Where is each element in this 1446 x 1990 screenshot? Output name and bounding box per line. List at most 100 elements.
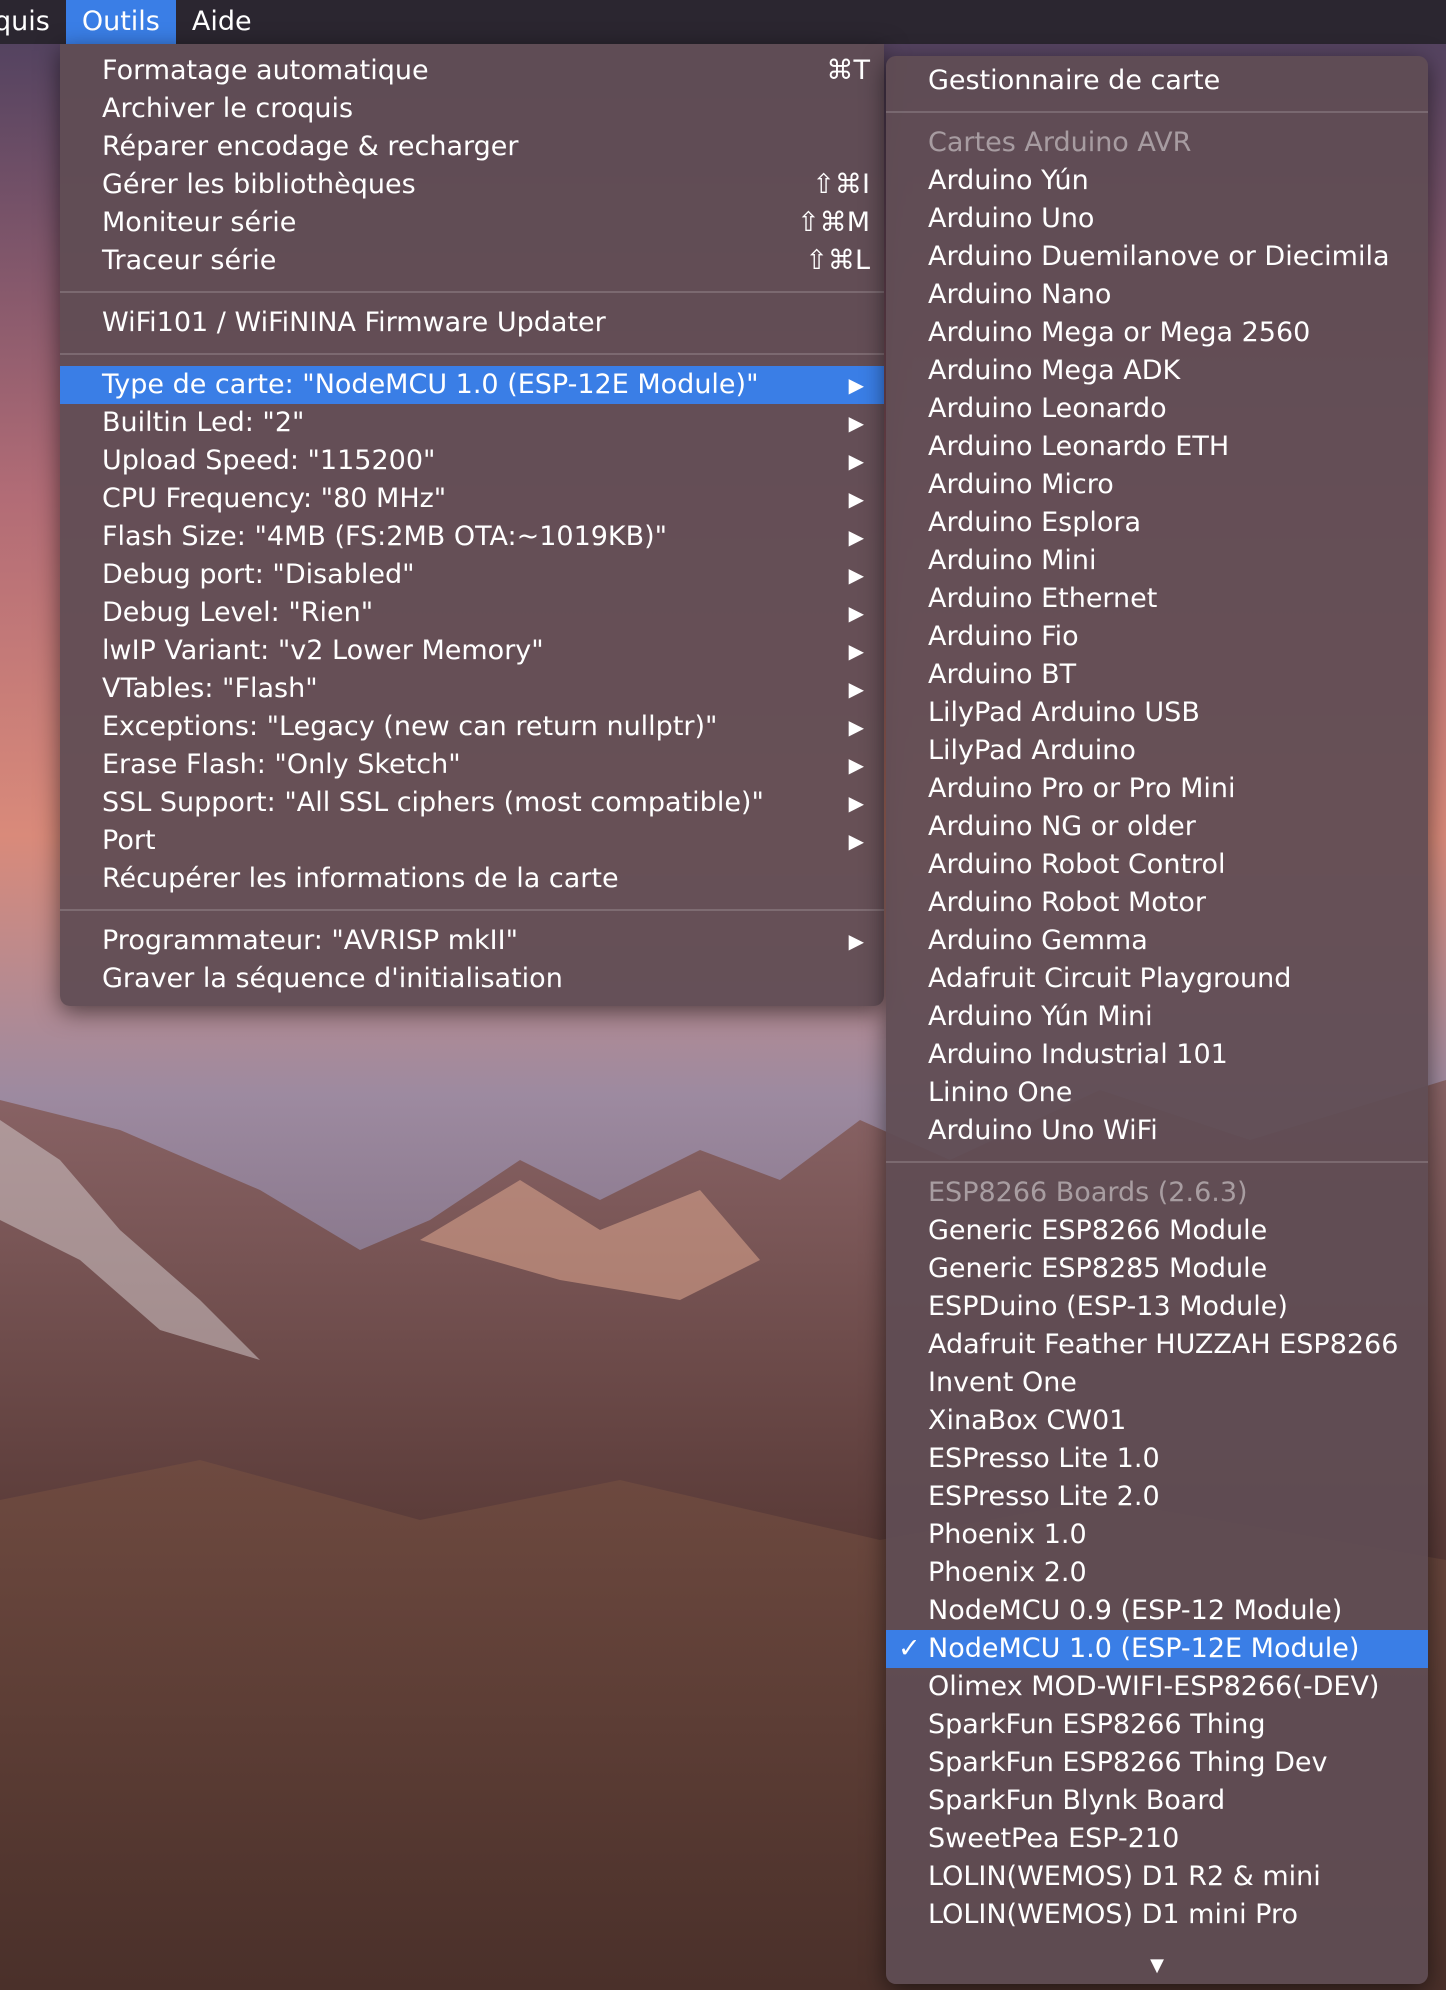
menu-item-option[interactable]: Récupérer les informations de la carte bbox=[60, 860, 884, 898]
menu-item-label: SSL Support: "All SSL ciphers (most comp… bbox=[102, 787, 764, 818]
menu-outils[interactable]: Outils bbox=[65, 0, 176, 44]
menu-item-option[interactable]: Programmateur: "AVRISP mkII" ▶ bbox=[60, 922, 884, 960]
menu-item-option[interactable]: SSL Support: "All SSL ciphers (most comp… bbox=[60, 784, 884, 822]
board-item[interactable]: XinaBox CW01 bbox=[886, 1402, 1428, 1440]
board-item[interactable]: Invent One bbox=[886, 1364, 1428, 1402]
menu-item-board-manager[interactable]: Gestionnaire de carte bbox=[886, 62, 1428, 100]
board-item[interactable]: Phoenix 1.0 bbox=[886, 1516, 1428, 1554]
board-item[interactable]: Arduino Robot Control bbox=[886, 846, 1428, 884]
board-item[interactable]: Adafruit Circuit Playground bbox=[886, 960, 1428, 998]
board-item[interactable]: Arduino BT bbox=[886, 656, 1428, 694]
menu-item-serial-plotter[interactable]: Traceur série ⇧⌘L bbox=[60, 242, 884, 280]
menu-item-label: NodeMCU 0.9 (ESP-12 Module) bbox=[928, 1595, 1343, 1626]
board-item[interactable]: Arduino Ethernet bbox=[886, 580, 1428, 618]
board-item[interactable]: LilyPad Arduino USB bbox=[886, 694, 1428, 732]
menu-item-label: Réparer encodage & recharger bbox=[102, 131, 519, 162]
menu-item-label: ESPDuino (ESP-13 Module) bbox=[928, 1291, 1288, 1322]
menu-item-label: LilyPad Arduino bbox=[928, 735, 1136, 766]
board-item[interactable]: SweetPea ESP-210 bbox=[886, 1820, 1428, 1858]
board-item[interactable]: Olimex MOD-WIFI-ESP8266(-DEV) bbox=[886, 1668, 1428, 1706]
board-item[interactable]: Arduino Mega or Mega 2560 bbox=[886, 314, 1428, 352]
submenu-arrow-icon: ▶ bbox=[848, 487, 864, 511]
menu-item-label: Graver la séquence d'initialisation bbox=[102, 963, 563, 994]
board-item[interactable]: Arduino Duemilanove or Diecimila bbox=[886, 238, 1428, 276]
board-item[interactable]: SparkFun ESP8266 Thing Dev bbox=[886, 1744, 1428, 1782]
board-item[interactable]: ESPDuino (ESP-13 Module) bbox=[886, 1288, 1428, 1326]
menu-item-option[interactable]: lwIP Variant: "v2 Lower Memory" ▶ bbox=[60, 632, 884, 670]
board-item[interactable]: Arduino Micro bbox=[886, 466, 1428, 504]
menu-item-label: NodeMCU 1.0 (ESP-12E Module) bbox=[928, 1633, 1360, 1664]
board-item[interactable]: Arduino Leonardo ETH bbox=[886, 428, 1428, 466]
menu-item-board-type[interactable]: Type de carte: "NodeMCU 1.0 (ESP-12E Mod… bbox=[60, 366, 884, 404]
board-item[interactable]: Arduino Robot Motor bbox=[886, 884, 1428, 922]
menu-item-label: Arduino Mini bbox=[928, 545, 1097, 576]
board-item[interactable]: Arduino Nano bbox=[886, 276, 1428, 314]
submenu-arrow-icon: ▶ bbox=[848, 715, 864, 739]
board-item[interactable]: Arduino Mega ADK bbox=[886, 352, 1428, 390]
menu-item-option[interactable]: Port ▶ bbox=[60, 822, 884, 860]
board-item[interactable]: Arduino Uno bbox=[886, 200, 1428, 238]
menu-item-option[interactable]: Debug Level: "Rien" ▶ bbox=[60, 594, 884, 632]
menu-item-auto-format[interactable]: Formatage automatique ⌘T bbox=[60, 52, 884, 90]
menu-item-serial-monitor[interactable]: Moniteur série ⇧⌘M bbox=[60, 204, 884, 242]
board-item[interactable]: Arduino NG or older bbox=[886, 808, 1428, 846]
menu-item-label: SparkFun Blynk Board bbox=[928, 1785, 1226, 1816]
board-item[interactable]: LOLIN(WEMOS) D1 mini Pro bbox=[886, 1896, 1428, 1934]
board-item[interactable]: Arduino Leonardo bbox=[886, 390, 1428, 428]
board-item[interactable]: Linino One bbox=[886, 1074, 1428, 1112]
menu-item-option[interactable]: Erase Flash: "Only Sketch" ▶ bbox=[60, 746, 884, 784]
menu-item-label: CPU Frequency: "80 MHz" bbox=[102, 483, 447, 514]
menu-item-label: lwIP Variant: "v2 Lower Memory" bbox=[102, 635, 544, 666]
board-item[interactable]: Arduino Industrial 101 bbox=[886, 1036, 1428, 1074]
menu-item-option[interactable]: Exceptions: "Legacy (new can return null… bbox=[60, 708, 884, 746]
menu-item-option[interactable]: CPU Frequency: "80 MHz" ▶ bbox=[60, 480, 884, 518]
menu-item-option[interactable]: Upload Speed: "115200" ▶ bbox=[60, 442, 884, 480]
menu-item-fix-encoding[interactable]: Réparer encodage & recharger bbox=[60, 128, 884, 166]
board-item[interactable]: Arduino Mini bbox=[886, 542, 1428, 580]
board-item[interactable]: SparkFun Blynk Board bbox=[886, 1782, 1428, 1820]
menu-item-option[interactable]: Flash Size: "4MB (FS:2MB OTA:~1019KB)" ▶ bbox=[60, 518, 884, 556]
menu-item-label: LOLIN(WEMOS) D1 mini Pro bbox=[928, 1899, 1299, 1930]
board-item[interactable]: ESPresso Lite 1.0 bbox=[886, 1440, 1428, 1478]
menu-item-label: Olimex MOD-WIFI-ESP8266(-DEV) bbox=[928, 1671, 1380, 1702]
menu-item-option[interactable]: Builtin Led: "2" ▶ bbox=[60, 404, 884, 442]
board-item[interactable]: NodeMCU 0.9 (ESP-12 Module) bbox=[886, 1592, 1428, 1630]
board-item[interactable]: Arduino Gemma bbox=[886, 922, 1428, 960]
board-item[interactable]: ESPresso Lite 2.0 bbox=[886, 1478, 1428, 1516]
submenu-arrow-icon: ▶ bbox=[848, 829, 864, 853]
menu-item-label: Moniteur série bbox=[102, 207, 297, 238]
menu-croquis[interactable]: quis bbox=[0, 0, 66, 44]
board-item-selected[interactable]: ✓ NodeMCU 1.0 (ESP-12E Module) bbox=[886, 1630, 1428, 1668]
board-item[interactable]: Arduino Pro or Pro Mini bbox=[886, 770, 1428, 808]
menu-item-label: Arduino Nano bbox=[928, 279, 1112, 310]
board-item[interactable]: Generic ESP8285 Module bbox=[886, 1250, 1428, 1288]
board-item[interactable]: LilyPad Arduino bbox=[886, 732, 1428, 770]
menu-item-label: Archiver le croquis bbox=[102, 93, 354, 124]
menu-item-label: Type de carte: "NodeMCU 1.0 (ESP-12E Mod… bbox=[102, 369, 759, 400]
board-item[interactable]: Generic ESP8266 Module bbox=[886, 1212, 1428, 1250]
menu-item-option[interactable]: Graver la séquence d'initialisation bbox=[60, 960, 884, 998]
board-item[interactable]: Arduino Yún Mini bbox=[886, 998, 1428, 1036]
menu-item-archive-sketch[interactable]: Archiver le croquis bbox=[60, 90, 884, 128]
board-item[interactable]: Phoenix 2.0 bbox=[886, 1554, 1428, 1592]
menu-item-label: Arduino Yún bbox=[928, 165, 1089, 196]
board-item[interactable]: Arduino Fio bbox=[886, 618, 1428, 656]
board-item[interactable]: Arduino Uno WiFi bbox=[886, 1112, 1428, 1150]
board-item[interactable]: Arduino Yún bbox=[886, 162, 1428, 200]
board-item[interactable]: LOLIN(WEMOS) D1 R2 & mini bbox=[886, 1858, 1428, 1896]
submenu-arrow-icon: ▶ bbox=[848, 791, 864, 815]
menu-item-label: Arduino Micro bbox=[928, 469, 1114, 500]
menu-item-label: ESPresso Lite 1.0 bbox=[928, 1443, 1160, 1474]
menu-item-label: Arduino Uno bbox=[928, 203, 1095, 234]
section-header-label: Cartes Arduino AVR bbox=[928, 127, 1192, 158]
board-item[interactable]: Adafruit Feather HUZZAH ESP8266 bbox=[886, 1326, 1428, 1364]
board-item[interactable]: SparkFun ESP8266 Thing bbox=[886, 1706, 1428, 1744]
menu-item-option[interactable]: Debug port: "Disabled" ▶ bbox=[60, 556, 884, 594]
menu-item-option[interactable]: VTables: "Flash" ▶ bbox=[60, 670, 884, 708]
scroll-down-arrow-icon[interactable]: ▼ bbox=[886, 1955, 1428, 1976]
board-item[interactable]: Arduino Esplora bbox=[886, 504, 1428, 542]
menu-item-firmware-updater[interactable]: WiFi101 / WiFiNINA Firmware Updater bbox=[60, 304, 884, 342]
menu-item-label: Arduino Gemma bbox=[928, 925, 1148, 956]
menu-item-manage-libraries[interactable]: Gérer les bibliothèques ⇧⌘I bbox=[60, 166, 884, 204]
menu-aide[interactable]: Aide bbox=[176, 0, 268, 44]
